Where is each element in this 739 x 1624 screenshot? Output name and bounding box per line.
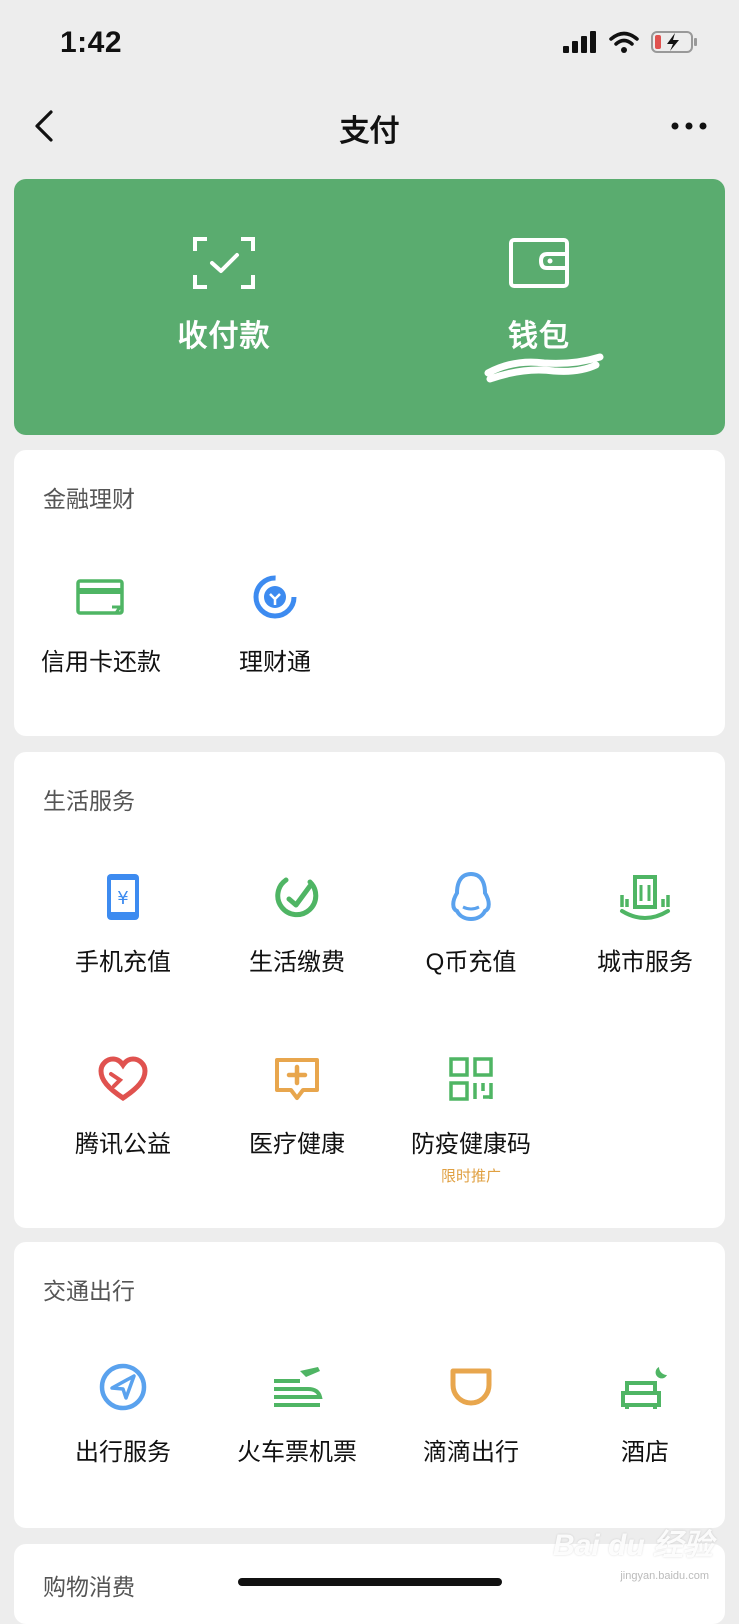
item-label: 防疫健康码 xyxy=(411,1131,531,1158)
section-title: 金融理财 xyxy=(43,486,135,512)
nav-bar: 支付 xyxy=(0,88,739,168)
wallet-label: 钱包 xyxy=(508,320,570,353)
item-label: Q币充值 xyxy=(425,949,517,976)
more-button[interactable] xyxy=(665,104,713,148)
item-label: 腾讯公益 xyxy=(75,1131,171,1158)
charity-item[interactable]: 腾讯公益 xyxy=(36,1052,210,1159)
medical-item[interactable]: 医疗健康 xyxy=(210,1052,384,1159)
city-service-icon xyxy=(620,875,670,920)
signal-icon xyxy=(563,31,596,53)
item-label: 出行服务 xyxy=(75,1439,171,1466)
city-service-item[interactable]: 城市服务 xyxy=(558,870,732,977)
receive-pay-label: 收付款 xyxy=(177,320,271,353)
wifi-icon xyxy=(609,31,639,53)
health-code-item[interactable]: 防疫健康码 限时推广 xyxy=(384,1052,558,1186)
svg-text:¥: ¥ xyxy=(117,888,128,909)
watermark-url: jingyan.baidu.com xyxy=(620,1570,709,1582)
item-label: 滴滴出行 xyxy=(423,1439,519,1466)
phone-topup-item[interactable]: ¥ 手机充值 xyxy=(36,870,210,977)
utility-bill-item[interactable]: 生活缴费 xyxy=(210,870,384,977)
item-label: 酒店 xyxy=(621,1439,669,1466)
didi-item[interactable]: 滴滴出行 xyxy=(384,1360,558,1467)
item-label: 信用卡还款 xyxy=(41,649,161,676)
section-title: 交通出行 xyxy=(43,1278,135,1304)
travel-service-item[interactable]: 出行服务 xyxy=(36,1360,210,1467)
scan-check-icon xyxy=(193,237,255,289)
credit-card-icon xyxy=(76,579,124,615)
qr-code-icon xyxy=(449,1057,493,1101)
utility-bill-icon xyxy=(275,877,319,918)
wealth-icon xyxy=(253,575,297,619)
hotel-item[interactable]: 酒店 xyxy=(558,1360,732,1467)
phone-topup-icon: ¥ xyxy=(107,874,139,920)
battery-charging-icon xyxy=(651,31,697,53)
wallet-icon xyxy=(509,238,569,288)
redaction-scribble xyxy=(484,353,604,383)
train-plane-item[interactable]: 火车票机票 xyxy=(210,1360,384,1467)
item-label: 手机充值 xyxy=(75,949,171,976)
didi-icon xyxy=(450,1368,492,1406)
medical-icon xyxy=(275,1058,319,1100)
section-title: 购物消费 xyxy=(43,1574,135,1600)
status-icons xyxy=(563,30,699,54)
receive-pay-button[interactable]: 收付款 xyxy=(124,235,324,355)
status-bar: 1:42 xyxy=(0,0,739,88)
life-service-section: 生活服务 ¥ 手机充值 生活缴费 Q币充值 城市服务 腾讯公益 医疗健康 防疫健… xyxy=(14,752,725,1228)
section-title: 生活服务 xyxy=(43,788,135,814)
qq-penguin-icon xyxy=(451,871,491,922)
q-coin-item[interactable]: Q币充值 xyxy=(384,870,558,977)
item-label: 城市服务 xyxy=(597,949,693,976)
credit-card-repay-item[interactable]: 信用卡还款 xyxy=(14,570,188,677)
promo-badge: 限时推广 xyxy=(440,1168,501,1185)
train-plane-icon xyxy=(274,1367,323,1407)
item-label: 火车票机票 xyxy=(237,1439,357,1466)
item-label: 生活缴费 xyxy=(249,949,345,976)
finance-section: 金融理财 信用卡还款 理财通 xyxy=(14,450,725,736)
page-title: 支付 xyxy=(339,115,400,148)
item-label: 医疗健康 xyxy=(249,1131,345,1158)
hotel-bed-icon xyxy=(621,1367,667,1409)
charity-heart-icon xyxy=(98,1056,148,1102)
pay-hero-card: 收付款 钱包 xyxy=(14,179,725,435)
status-time: 1:42 xyxy=(60,26,123,59)
transport-section: 交通出行 出行服务 火车票机票 滴滴出行 酒店 xyxy=(14,1242,725,1528)
wallet-button[interactable]: 钱包 xyxy=(439,235,639,355)
navigation-icon xyxy=(99,1363,147,1411)
item-label: 理财通 xyxy=(239,649,311,676)
more-dots-icon xyxy=(671,122,707,130)
wealth-item[interactable]: 理财通 xyxy=(188,570,362,677)
home-indicator[interactable] xyxy=(238,1578,502,1586)
watermark: Bai du 经验 xyxy=(552,1529,713,1562)
